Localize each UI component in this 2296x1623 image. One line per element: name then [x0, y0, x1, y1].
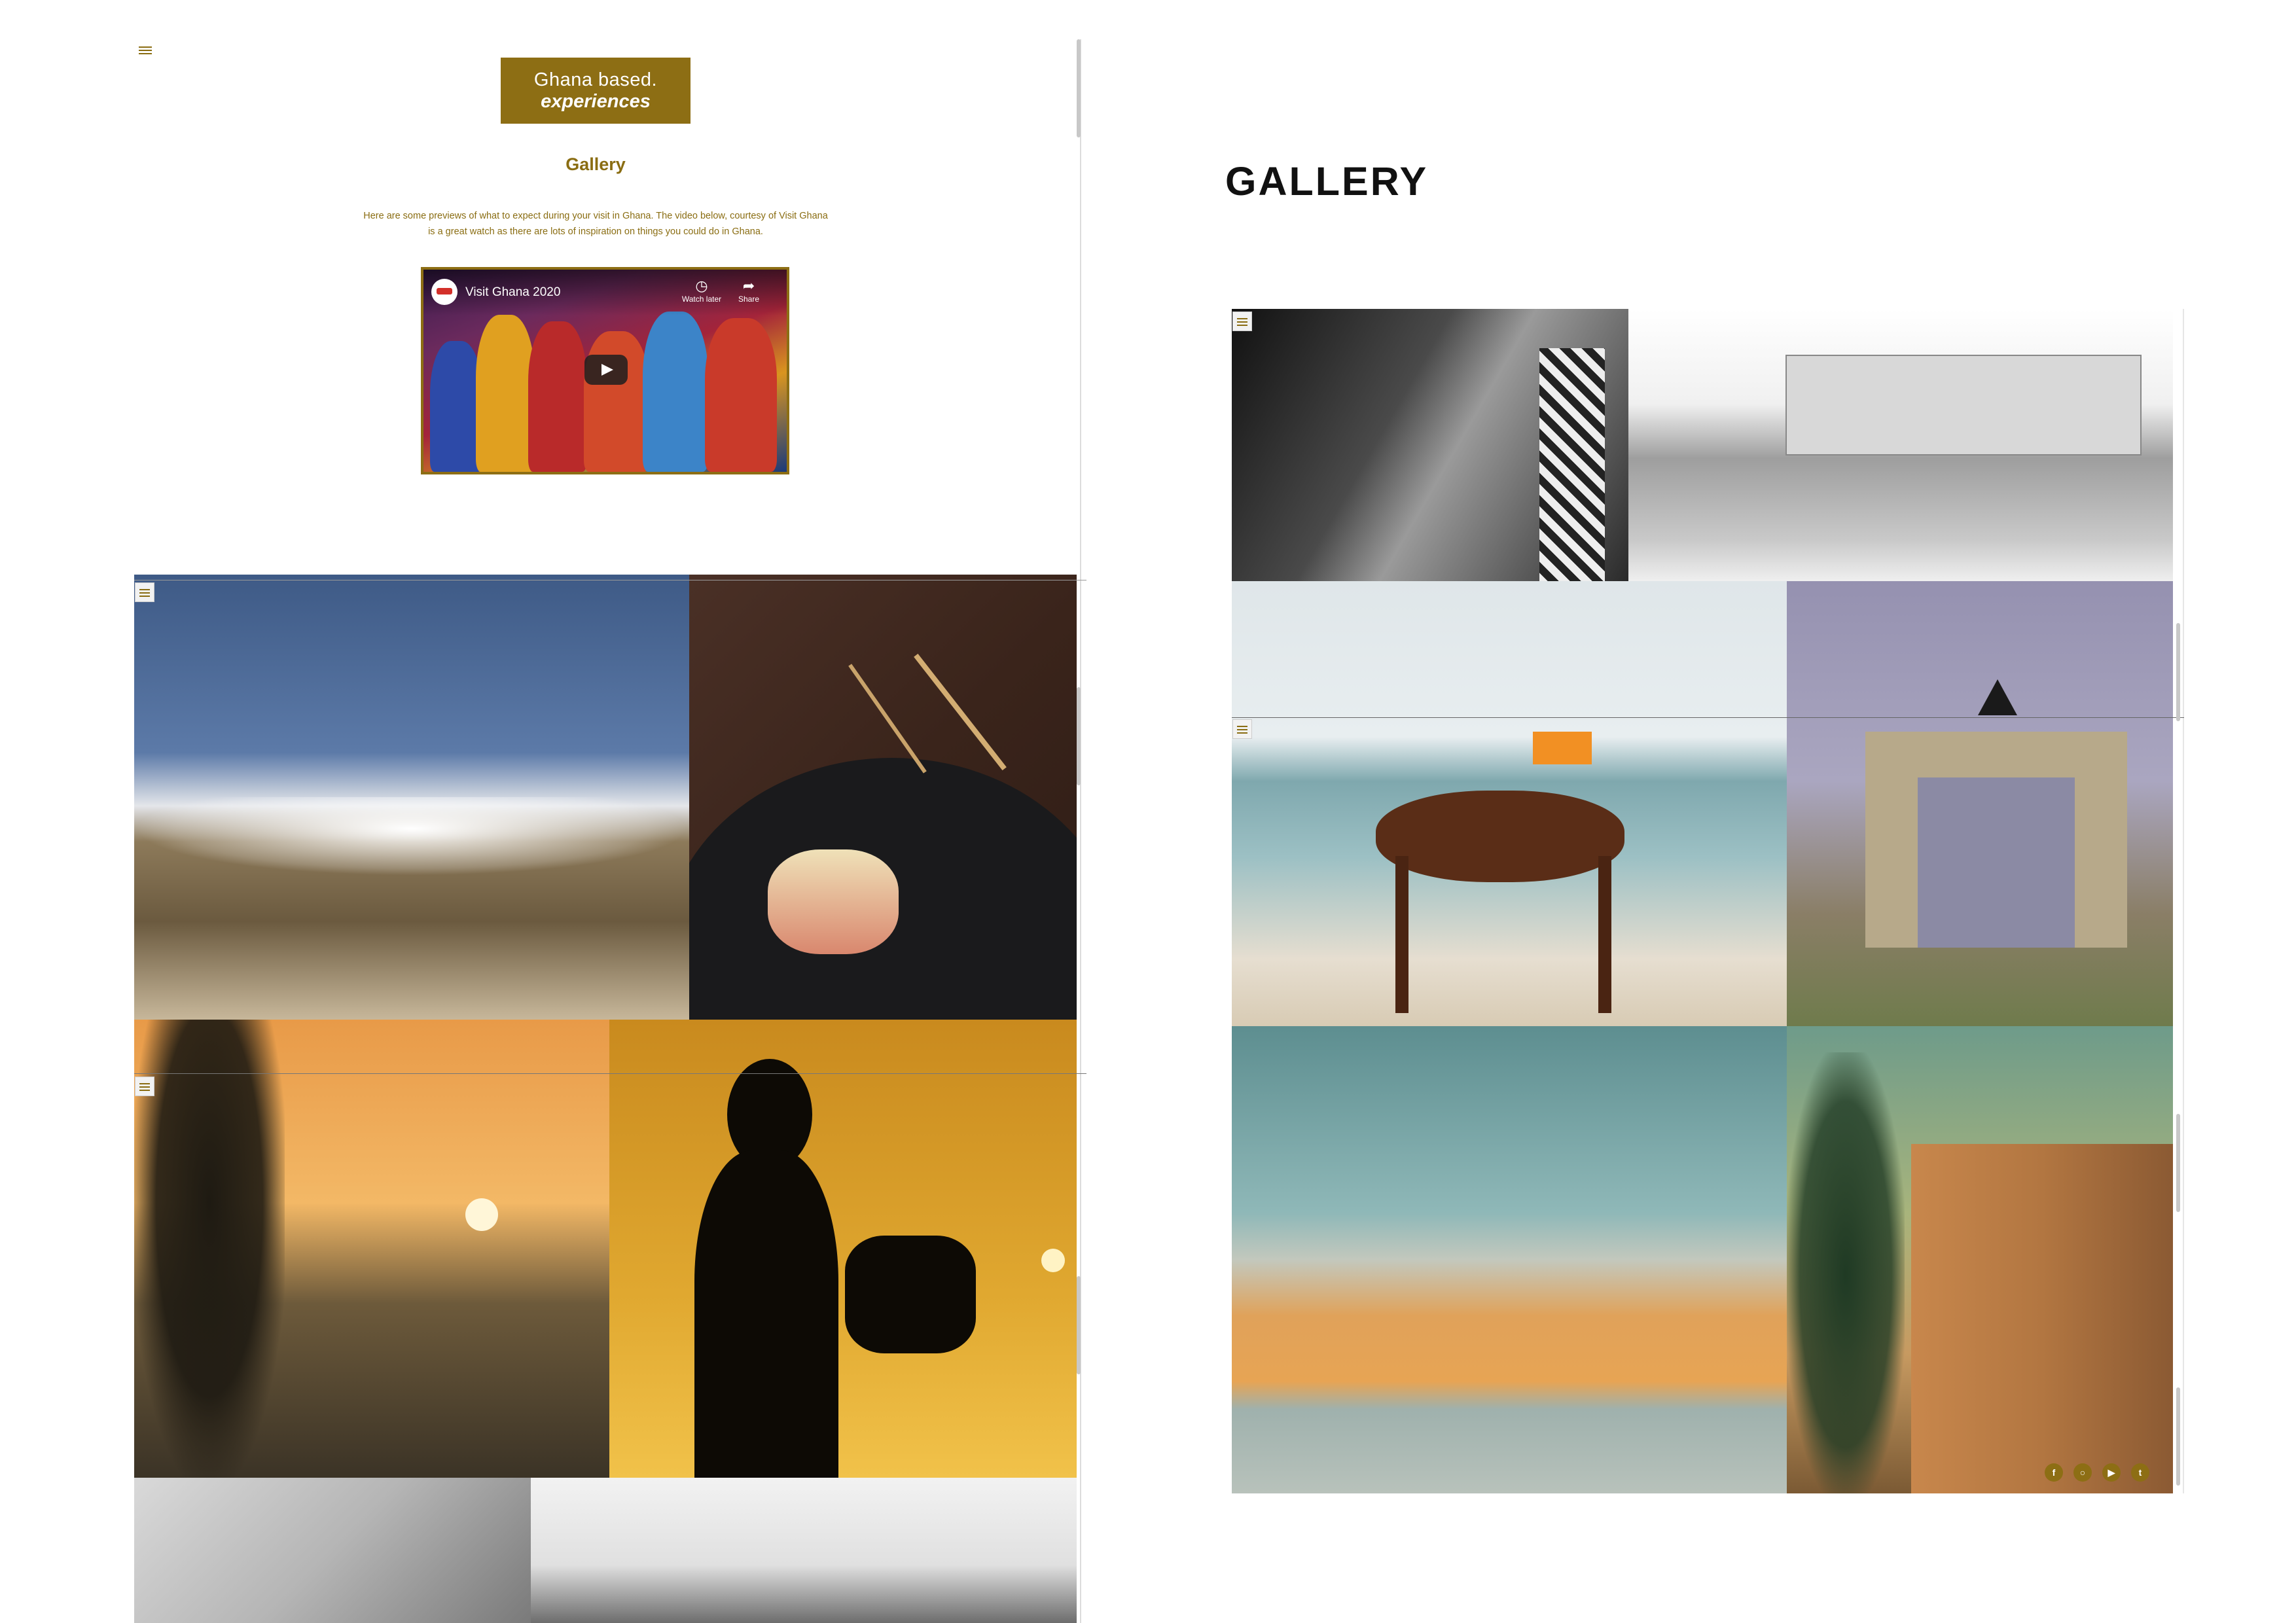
share-button[interactable]: ➦ Share — [726, 277, 772, 304]
scrollbar-thumb[interactable] — [1077, 687, 1081, 785]
embedded-video[interactable]: Visit Ghana 2020 ◷ Watch later ➦ Share — [421, 267, 789, 474]
watch-later-button[interactable]: ◷ Watch later — [679, 277, 725, 304]
menu-handle-icon[interactable] — [1232, 312, 1252, 331]
facebook-icon[interactable]: f — [2045, 1463, 2063, 1482]
scrollbar-thumb[interactable] — [2176, 1114, 2180, 1212]
logo-line-2: experiences — [541, 90, 651, 112]
channel-avatar[interactable] — [431, 279, 457, 305]
watch-later-label: Watch later — [681, 294, 722, 304]
intro-line-2: is a great watch as there are lots of in… — [428, 226, 763, 237]
menu-handle-icon[interactable] — [135, 1077, 154, 1096]
gallery-photo-bw-castle[interactable] — [1628, 309, 2173, 581]
gallery-photo-estuary-beach[interactable] — [1232, 1026, 1787, 1493]
twitter-icon[interactable]: t — [2131, 1463, 2149, 1482]
intro-line-1: Here are some previews of what to expect… — [363, 211, 828, 221]
left-panel-border — [1080, 39, 1081, 1623]
gallery-photo-independence-arch[interactable] — [1787, 581, 2173, 1026]
gallery-photo-bw-poles[interactable] — [134, 1478, 531, 1623]
hamburger-menu-icon[interactable] — [139, 45, 152, 55]
gallery-photo-horse-beach[interactable] — [1232, 581, 1787, 1026]
gallery-photo-rocky-coast[interactable] — [134, 575, 689, 1020]
scrollbar-thumb[interactable] — [1077, 1276, 1081, 1374]
gallery-heading: GALLERY — [1225, 159, 1429, 204]
scrollbar-thumb[interactable] — [2176, 1387, 2180, 1486]
intro-text: Here are some previews of what to expect… — [0, 208, 1191, 240]
gallery-photo-silhouette[interactable] — [609, 1020, 1077, 1478]
instagram-icon[interactable]: ○ — [2073, 1463, 2092, 1482]
share-arrow-icon: ➦ — [742, 277, 755, 294]
section-divider — [134, 1073, 1086, 1074]
play-button-icon[interactable] — [584, 355, 628, 385]
gallery-photo-bw-palms[interactable] — [531, 1478, 1077, 1623]
scrollbar-thumb[interactable] — [1077, 39, 1081, 137]
gallery-photo-concrete-building[interactable] — [1787, 1026, 2173, 1493]
youtube-icon[interactable]: ▶ — [2102, 1463, 2121, 1482]
gallery-photo-savanna-sunset[interactable] — [134, 1020, 609, 1478]
site-logo[interactable]: Ghana based. experiences — [501, 58, 691, 124]
section-divider — [1232, 717, 2184, 718]
gallery-photo-plated-fish[interactable] — [689, 575, 1077, 1020]
gallery-photo-bw-market[interactable] — [1232, 309, 1628, 581]
menu-handle-icon[interactable] — [135, 582, 154, 602]
share-label: Share — [738, 294, 760, 304]
scrollbar-thumb[interactable] — [2176, 623, 2180, 721]
video-title[interactable]: Visit Ghana 2020 — [465, 285, 560, 300]
page-title: Gallery — [565, 154, 626, 174]
logo-line-1: Ghana based. — [533, 69, 658, 90]
menu-handle-icon[interactable] — [1232, 719, 1252, 739]
clock-icon: ◷ — [695, 277, 708, 294]
